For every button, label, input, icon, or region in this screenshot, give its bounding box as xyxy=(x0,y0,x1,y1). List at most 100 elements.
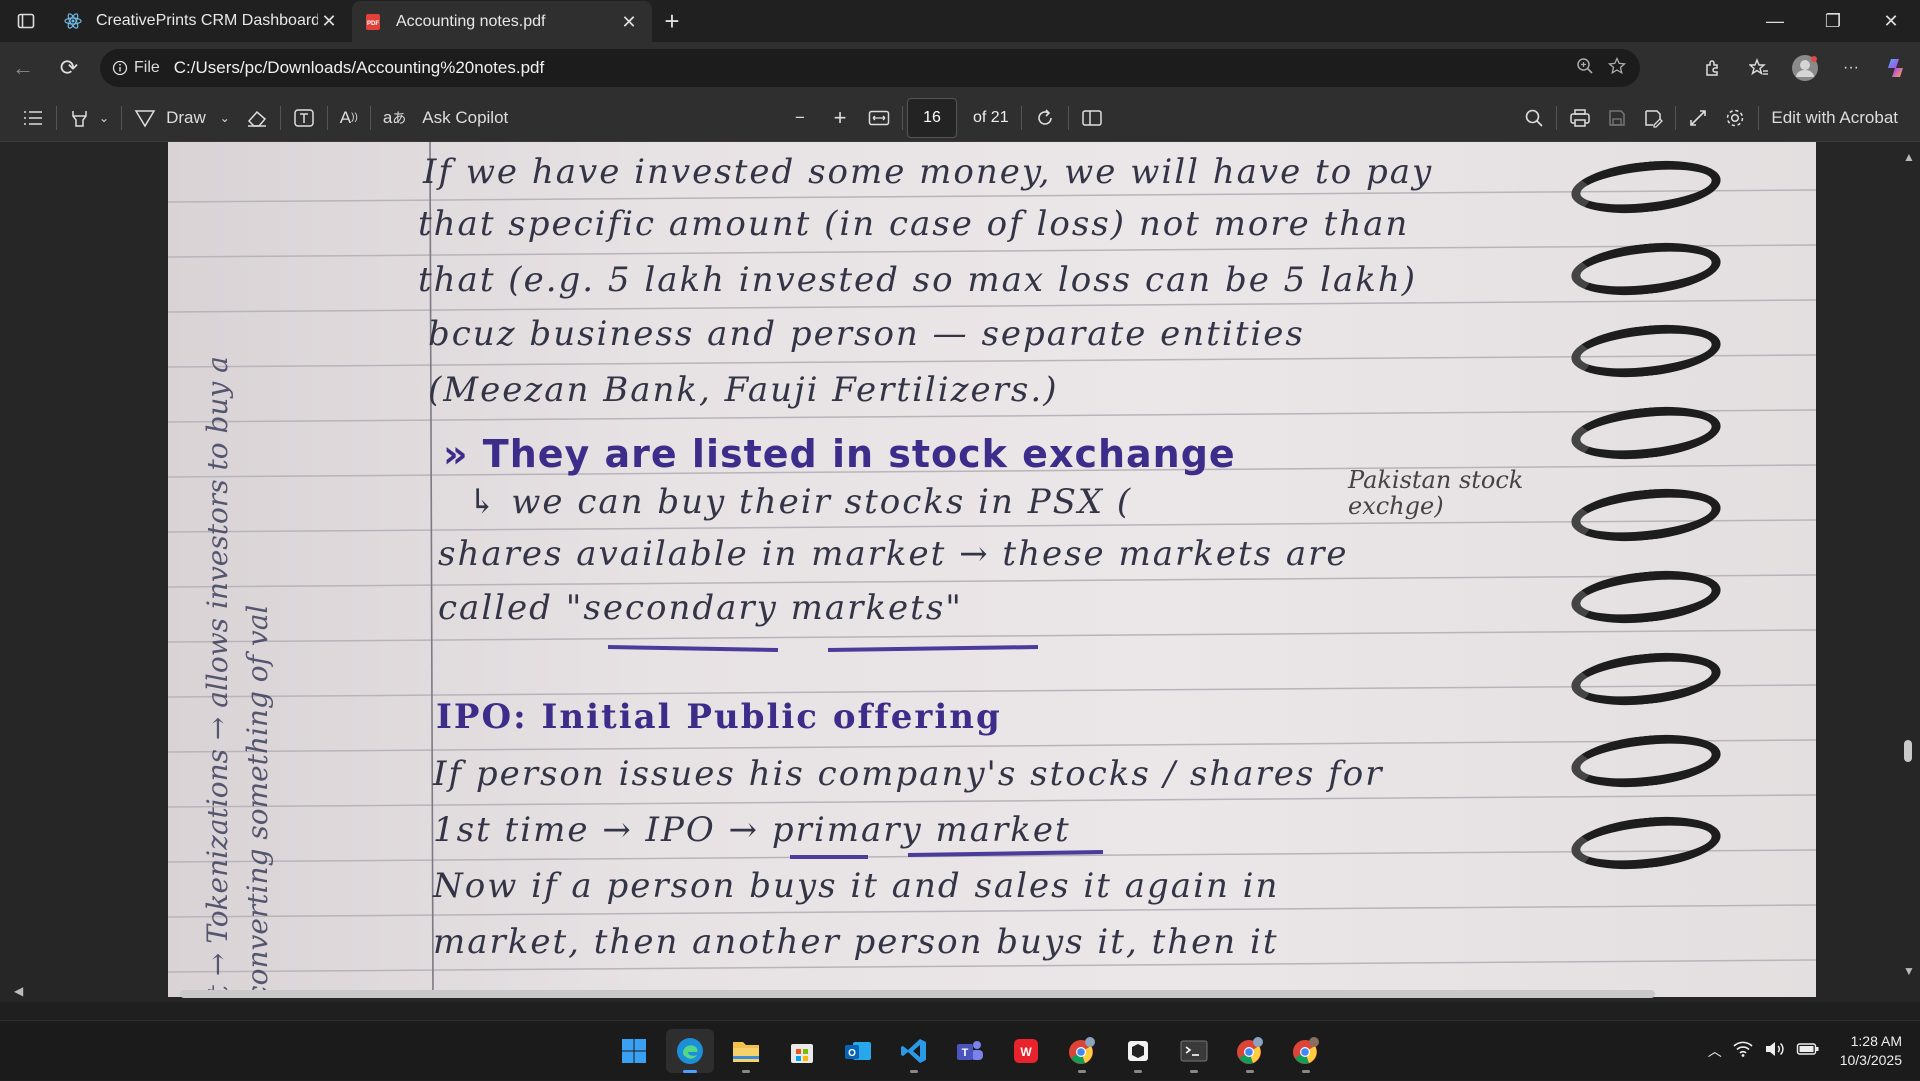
tab-bar: CreativePrints CRM Dashboard ✕ PDF Accou… xyxy=(0,0,1920,43)
taskbar-teams[interactable]: T xyxy=(946,1029,994,1073)
ask-copilot-button[interactable]: Ask Copilot xyxy=(414,98,516,138)
taskbar-wps[interactable]: W xyxy=(1002,1029,1050,1073)
taskbar: O T W ︿ 1:28 AM 10/3/2025 xyxy=(0,1020,1920,1080)
url-field[interactable]: File C:/Users/pc/Downloads/Accounting%20… xyxy=(100,49,1640,87)
taskbar-outlook[interactable]: O xyxy=(834,1029,882,1073)
divider xyxy=(369,105,371,130)
vertical-scrollbar[interactable]: ▲ ▼ xyxy=(1898,142,1920,1002)
tab-crm-dashboard[interactable]: CreativePrints CRM Dashboard ✕ xyxy=(52,0,352,42)
spiral-binding xyxy=(1568,154,1724,900)
more-menu-icon[interactable]: ··· xyxy=(1828,48,1874,88)
pdf-viewport[interactable]: ct → Tokenizations → allows investors to… xyxy=(0,142,1920,1002)
scroll-up-icon[interactable]: ▲ xyxy=(1903,150,1915,164)
new-tab-button[interactable]: + xyxy=(652,0,692,42)
divider xyxy=(1556,106,1558,130)
ask-copilot-label: Ask Copilot xyxy=(422,107,509,127)
tab-actions-icon xyxy=(17,13,35,29)
back-arrow-icon[interactable]: ← xyxy=(0,48,46,88)
taskbar-chrome-profile-1[interactable] xyxy=(1058,1029,1106,1073)
refresh-icon[interactable]: ⟳ xyxy=(46,48,92,88)
divider xyxy=(1758,106,1760,130)
save-as-icon[interactable] xyxy=(1635,98,1671,138)
spiral-ring xyxy=(1568,400,1724,466)
eraser-icon[interactable] xyxy=(238,98,276,138)
read-aloud-icon[interactable]: A)) xyxy=(332,98,366,138)
close-tab-icon[interactable]: ✕ xyxy=(318,10,340,32)
pdf-icon: PDF xyxy=(364,13,382,31)
chrome-icon xyxy=(1237,1037,1263,1064)
zoom-in-icon[interactable]: + xyxy=(820,98,860,138)
draw-label: Draw xyxy=(166,107,206,127)
tab-title: CreativePrints CRM Dashboard xyxy=(96,12,318,29)
profile-avatar[interactable] xyxy=(1782,48,1828,88)
taskbar-terminal[interactable] xyxy=(1170,1029,1218,1073)
pdf-page: ct → Tokenizations → allows investors to… xyxy=(168,142,1816,997)
spiral-ring xyxy=(1568,810,1724,876)
url-text[interactable]: C:/Users/pc/Downloads/Accounting%20notes… xyxy=(174,58,1576,78)
scroll-left-icon[interactable]: ◀ xyxy=(14,984,23,998)
site-info-button[interactable]: File xyxy=(112,59,174,77)
edit-with-acrobat-button[interactable]: Edit with Acrobat xyxy=(1763,98,1920,138)
print-icon[interactable] xyxy=(1561,98,1599,138)
copilot-icon[interactable] xyxy=(1874,48,1920,88)
spiral-ring xyxy=(1568,728,1724,794)
vertical-scroll-thumb[interactable] xyxy=(1904,740,1912,762)
taskbar-chrome-profile-3[interactable] xyxy=(1282,1029,1330,1073)
spiral-ring xyxy=(1568,318,1724,384)
horizontal-scrollbar[interactable]: ◀ xyxy=(0,984,1920,1002)
settings-gear-icon[interactable] xyxy=(1716,98,1754,138)
taskbar-store[interactable] xyxy=(778,1029,826,1073)
draw-button[interactable]: Draw ⌄ xyxy=(126,98,238,138)
taskbar-edge[interactable] xyxy=(666,1029,714,1073)
clock-time: 1:28 AM xyxy=(1850,1033,1902,1049)
system-tray: ︿ 1:28 AM 10/3/2025 xyxy=(1708,1021,1920,1081)
rotate-icon[interactable] xyxy=(1026,98,1064,138)
save-icon[interactable] xyxy=(1599,98,1635,138)
restore-icon[interactable]: ❐ xyxy=(1804,0,1862,42)
clock[interactable]: 1:28 AM 10/3/2025 xyxy=(1840,1032,1902,1070)
svg-text:PDF: PDF xyxy=(367,21,379,27)
horizontal-scroll-thumb[interactable] xyxy=(180,990,1655,998)
close-window-icon[interactable]: ✕ xyxy=(1862,0,1920,42)
divider xyxy=(1020,106,1022,130)
zoom-out-icon[interactable]: − xyxy=(780,98,820,138)
volume-icon[interactable] xyxy=(1764,1040,1786,1063)
close-tab-icon[interactable]: ✕ xyxy=(618,11,640,33)
translate-icon[interactable]: aあ xyxy=(375,98,414,138)
battery-icon[interactable] xyxy=(1796,1041,1820,1062)
scroll-down-icon[interactable]: ▼ xyxy=(1903,964,1915,978)
taskbar-app-package[interactable] xyxy=(1114,1029,1162,1073)
zoom-icon[interactable] xyxy=(1576,57,1594,80)
wifi-icon[interactable] xyxy=(1732,1040,1754,1063)
svg-text:O: O xyxy=(848,1048,856,1059)
tab-accounting-notes[interactable]: PDF Accounting notes.pdf ✕ xyxy=(352,1,652,43)
vscode-icon xyxy=(901,1039,926,1063)
page-view-icon[interactable] xyxy=(1073,98,1111,138)
teams-icon: T xyxy=(957,1041,983,1060)
taskbar-chrome-profile-2[interactable] xyxy=(1226,1029,1274,1073)
svg-text:T: T xyxy=(962,1047,969,1059)
taskbar-file-explorer[interactable] xyxy=(722,1029,770,1073)
tab-actions-button[interactable] xyxy=(0,0,52,42)
file-label: File xyxy=(134,59,160,76)
contents-icon[interactable] xyxy=(14,98,52,138)
wps-office-icon: W xyxy=(1014,1039,1038,1063)
highlight-button[interactable]: ⌄ xyxy=(61,98,117,138)
taskbar-vscode[interactable] xyxy=(890,1029,938,1073)
extensions-icon[interactable] xyxy=(1690,48,1736,88)
minimize-icon[interactable]: — xyxy=(1746,0,1804,42)
edit-with-acrobat-label: Edit with Acrobat xyxy=(1771,108,1898,127)
start-button[interactable] xyxy=(610,1029,658,1073)
underline-marks xyxy=(607,645,1104,859)
search-icon[interactable] xyxy=(1516,98,1552,138)
show-hidden-icons-icon[interactable]: ︿ xyxy=(1708,1041,1722,1061)
fit-page-icon[interactable] xyxy=(860,98,898,138)
page-number-input[interactable] xyxy=(907,98,957,138)
text-box-icon[interactable] xyxy=(285,98,323,138)
chevron-down-icon: ⌄ xyxy=(99,110,110,125)
spiral-ring xyxy=(1568,564,1724,630)
favorite-star-icon[interactable] xyxy=(1607,56,1627,80)
full-screen-icon[interactable] xyxy=(1680,98,1716,138)
divider xyxy=(902,106,903,130)
favorites-icon[interactable] xyxy=(1736,48,1782,88)
